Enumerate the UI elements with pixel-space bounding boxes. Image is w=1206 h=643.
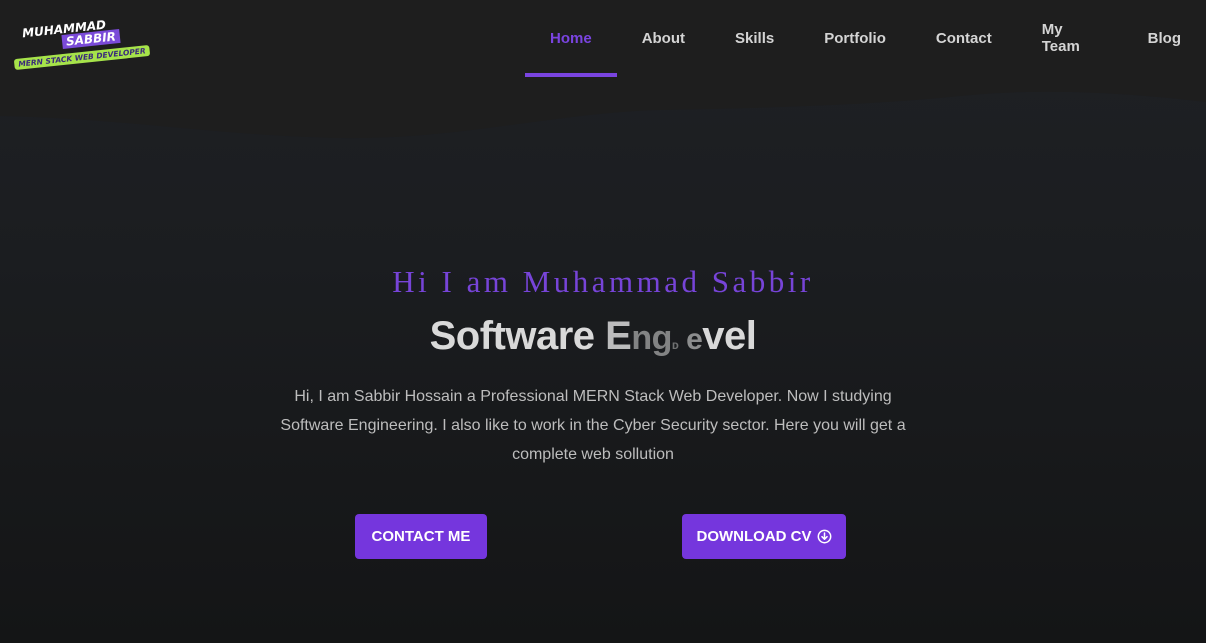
hero-description: Hi, I am Sabbir Hossain a Professional M… [280,388,906,463]
download-circle-icon [817,529,831,544]
logo-tagline: MERN STACK WEB DEVELOPER [13,44,151,71]
role-part-e: E [605,314,632,358]
nav-item-my-team[interactable]: My Team [1017,0,1123,76]
role-part-e2: e [678,323,703,356]
site-header: MUHAMMAD SABBIR MERN STACK WEB DEVELOPER… [0,0,1206,140]
role-part-vel: vel [702,314,757,358]
page: MUHAMMAD SABBIR MERN STACK WEB DEVELOPER… [0,0,1206,643]
nav-item-contact[interactable]: Contact [911,0,1017,76]
download-cv-button[interactable]: DOWNLOAD CV [682,514,846,559]
role-part-ng: ng [631,319,672,357]
nav-item-skills[interactable]: Skills [710,0,799,76]
contact-me-button[interactable]: CONTACT ME [355,514,487,559]
download-cv-label: DOWNLOAD CV [696,528,812,545]
contact-me-label: CONTACT ME [371,528,471,545]
hero-role-typewriter: Software Engᴅ evel [0,314,1186,359]
role-part-software: Software [429,314,606,358]
hero-greeting: Hi I am Muhammad Sabbir [392,264,814,299]
hero-section: Hi I am Muhammad Sabbir Software Engᴅ ev… [0,140,1206,643]
main-navigation: Home About Skills Portfolio Contact My T… [525,0,1206,78]
site-logo[interactable]: MUHAMMAD SABBIR MERN STACK WEB DEVELOPER [12,18,151,76]
nav-item-blog[interactable]: Blog [1123,0,1206,76]
nav-item-portfolio[interactable]: Portfolio [799,0,911,76]
nav-item-home[interactable]: Home [525,0,617,77]
nav-item-about[interactable]: About [617,0,710,76]
